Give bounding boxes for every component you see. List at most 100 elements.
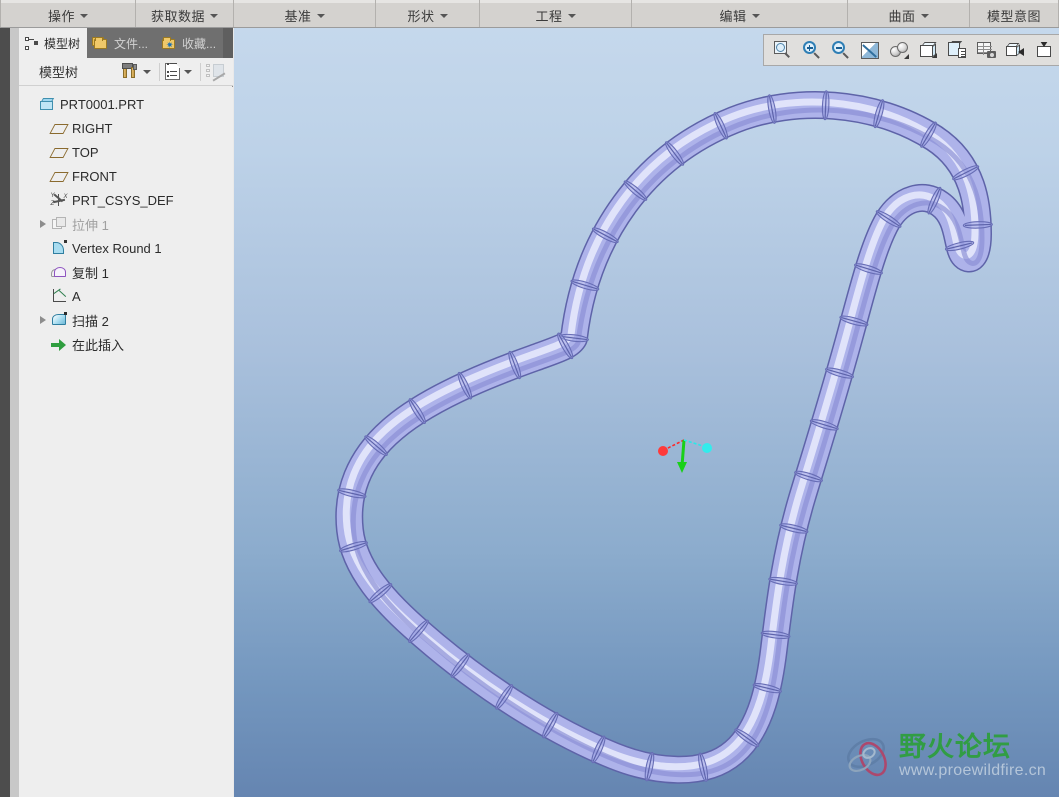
tree-item-insert-here-label: 在此插入: [72, 337, 125, 353]
tab-model-tree-label: 模型树: [44, 36, 81, 51]
menu-shape-chevron-down-icon[interactable]: [439, 14, 448, 18]
expand-chevron-right-icon[interactable]: [37, 220, 49, 228]
watermark-title: 野火论坛: [899, 732, 1011, 763]
model-tree-icon: [25, 36, 39, 50]
cad-application-window: 操作 获取数据 基准 形状 工程 编辑 曲面 模型意图 模型树 文件... ✷ 收藏... 模型树: [0, 0, 1059, 797]
watermark-url: www.proewildfire.cn: [899, 762, 1047, 779]
model-tree-title: 模型树: [39, 65, 79, 80]
menu-operations-label: 操作: [47, 8, 75, 24]
menu-engineering-label: 工程: [535, 8, 563, 24]
copy-icon: [49, 266, 69, 279]
graphics-viewport[interactable]: 野火论坛 www.proewildfire.cn: [234, 28, 1059, 797]
datum-plane-icon: [49, 171, 69, 182]
3d-model-segmented-tube-loop[interactable]: [234, 28, 1059, 797]
insert-here-icon: [49, 338, 69, 351]
tree-item-vertex-round-1-label: Vertex Round 1: [72, 240, 162, 256]
menu-get-data[interactable]: 获取数据: [136, 0, 234, 27]
tree-settings-tools-button[interactable]: [120, 60, 141, 84]
tree-item-extrude-1[interactable]: 拉伸 1: [19, 212, 233, 236]
vertex-round-icon: [49, 240, 69, 255]
tab-favorites[interactable]: ✷ 收藏...: [155, 28, 224, 58]
tree-item-curve-a[interactable]: A: [19, 284, 233, 308]
datum-plane-icon: [49, 123, 69, 134]
menu-operations-chevron-down-icon[interactable]: [80, 14, 88, 18]
ribbon-menu-bar: 操作 获取数据 基准 形状 工程 编辑 曲面 模型意图: [0, 0, 1059, 28]
tree-item-front-label: FRONT: [72, 168, 117, 184]
favorites-folder-icon: ✷: [161, 36, 177, 50]
tools-icon: [122, 63, 139, 80]
tab-folders-label: 文件...: [114, 36, 149, 51]
tab-folders[interactable]: 文件...: [87, 28, 156, 58]
partial-view-icon[interactable]: [1031, 37, 1057, 63]
menu-surface-chevron-down-icon[interactable]: [920, 14, 929, 18]
menu-edit-label: 编辑: [719, 8, 747, 24]
menu-operations[interactable]: 操作: [0, 0, 136, 27]
menu-edit[interactable]: 编辑: [632, 0, 848, 27]
menu-surface[interactable]: 曲面: [848, 0, 970, 27]
menu-surface-label: 曲面: [888, 8, 916, 24]
tree-item-part-root[interactable]: PRT0001.PRT: [19, 92, 233, 116]
triad-z-axis-marker: [702, 443, 712, 453]
menu-model-intent[interactable]: 模型意图: [970, 0, 1059, 27]
datum-plane-icon: [49, 147, 69, 158]
tree-item-right[interactable]: RIGHT: [19, 116, 233, 140]
tree-item-copy-1-label: 复制 1: [72, 265, 109, 281]
list-page-icon: [165, 63, 180, 80]
expand-chevron-right-icon[interactable]: [37, 316, 49, 324]
menu-get-data-chevron-down-icon[interactable]: [210, 14, 218, 18]
coordinate-system-triad: [658, 439, 712, 473]
sweep-icon: [49, 312, 69, 327]
part-icon: [37, 97, 57, 111]
tree-item-part-root-label: PRT0001.PRT: [60, 96, 145, 112]
zoom-fit-icon[interactable]: [770, 37, 796, 63]
toolbar-divider: [159, 62, 160, 81]
triad-y-axis-marker: [677, 462, 687, 473]
saved-view-cube-icon[interactable]: [915, 37, 941, 63]
menu-shape[interactable]: 形状: [376, 0, 480, 27]
model-tree-list[interactable]: PRT0001.PRT RIGHT TOP FRONT Y Z X PRT_CSYS_DEF 拉…: [19, 87, 233, 797]
tree-item-sweep-2[interactable]: 扫描 2: [19, 308, 233, 332]
tree-item-extrude-1-label: 拉伸 1: [72, 217, 109, 233]
tree-item-right-label: RIGHT: [72, 120, 113, 136]
tree-item-sweep-2-label: 扫描 2: [72, 313, 109, 329]
coordinate-system-icon: YZX: [50, 193, 68, 207]
forum-watermark: 野火论坛 www.proewildfire.cn: [839, 728, 1046, 785]
tree-item-top-label: TOP: [72, 144, 99, 160]
tree-item-prt-csys-def[interactable]: Y Z X PRT_CSYS_DEF: [19, 188, 233, 212]
tree-filter-button: [204, 60, 227, 84]
filter-disabled-icon: [206, 63, 226, 82]
navigator-tab-strip: 模型树 文件... ✷ 收藏...: [19, 28, 233, 58]
tree-item-insert-here[interactable]: 在此插入: [19, 332, 233, 356]
tab-favorites-label: 收藏...: [182, 36, 217, 51]
tree-settings-dropdown-chevron-down-icon[interactable]: [143, 69, 151, 74]
window-left-border: [0, 28, 10, 797]
layer-camera-icon[interactable]: [973, 37, 999, 63]
curve-icon: [49, 288, 69, 303]
menu-engineering[interactable]: 工程: [480, 0, 632, 27]
tree-item-front[interactable]: FRONT: [19, 164, 233, 188]
tree-item-curve-a-label: A: [72, 288, 81, 304]
watermark-text-block: 野火论坛 www.proewildfire.cn: [899, 733, 1046, 780]
tab-model-tree[interactable]: 模型树: [19, 28, 88, 58]
menu-get-data-label: 获取数据: [150, 8, 205, 24]
forum-logo-icon: [847, 737, 887, 776]
view-manager-icon[interactable]: [944, 37, 970, 63]
tree-display-button[interactable]: [163, 60, 182, 84]
menu-datum[interactable]: 基准: [234, 0, 376, 27]
menu-model-intent-label: 模型意图: [986, 8, 1041, 24]
menu-datum-chevron-down-icon[interactable]: [316, 14, 325, 18]
menu-engineering-chevron-down-icon[interactable]: [567, 14, 576, 18]
tree-item-copy-1[interactable]: 复制 1: [19, 260, 233, 284]
tree-display-dropdown-chevron-down-icon[interactable]: [184, 69, 192, 74]
display-style-shaded-icon[interactable]: [886, 37, 912, 63]
zoom-in-icon[interactable]: [799, 37, 825, 63]
view-toolbar: [763, 34, 1059, 66]
folders-icon: [92, 36, 109, 50]
model-tree-panel: 模型树 文件... ✷ 收藏... 模型树 PRT0001.PRT RIGHT …: [19, 28, 233, 797]
tree-item-vertex-round-1[interactable]: Vertex Round 1: [19, 236, 233, 260]
zoom-out-icon[interactable]: [828, 37, 854, 63]
menu-edit-chevron-down-icon[interactable]: [751, 14, 760, 18]
annotation-orientation-icon[interactable]: [1002, 37, 1028, 63]
tree-item-top[interactable]: TOP: [19, 140, 233, 164]
repaint-icon[interactable]: [857, 37, 883, 63]
